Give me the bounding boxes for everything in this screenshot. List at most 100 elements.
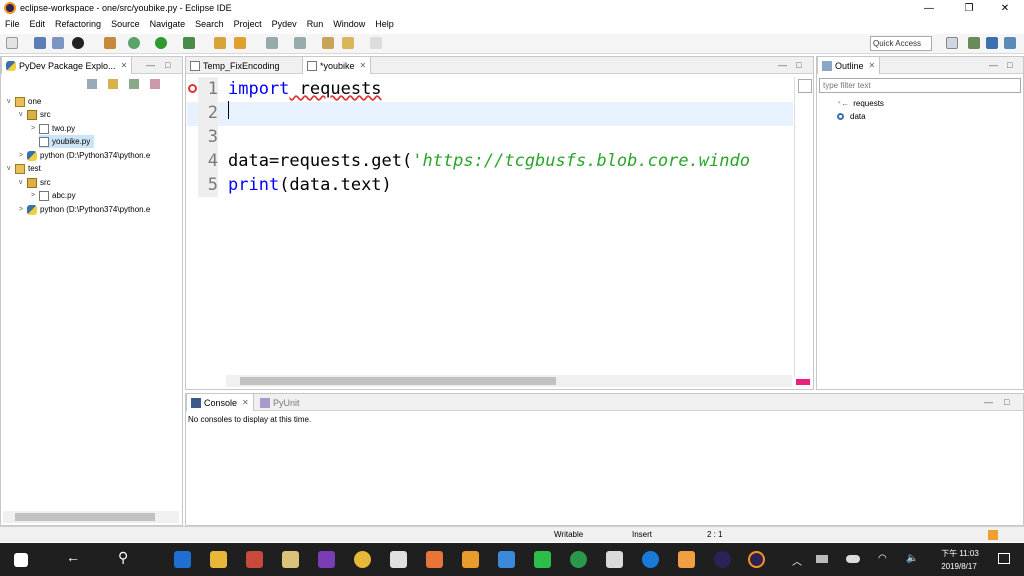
store-icon[interactable] (246, 551, 263, 568)
clock-time[interactable]: 下午 11:03 (936, 548, 984, 559)
minimize-icon[interactable]: — (146, 60, 155, 70)
visual-studio-icon[interactable] (318, 551, 335, 568)
minimize-button[interactable]: — (912, 0, 946, 16)
calculator-icon[interactable] (606, 551, 623, 568)
tree-item-test[interactable]: v test (7, 162, 41, 175)
code-line-4[interactable]: data=requests.get('https://tcgbusfs.blob… (228, 149, 750, 173)
tree-item-src[interactable]: v src (19, 108, 51, 121)
error-overview-marker[interactable] (796, 379, 810, 385)
expand-icon[interactable]: v (19, 179, 27, 186)
maximize-icon[interactable]: □ (1004, 397, 1009, 407)
xampp-icon[interactable] (426, 551, 443, 568)
close-tab-icon[interactable]: ✕ (360, 61, 367, 70)
tray-chevron-icon[interactable]: ︿ (792, 553, 802, 568)
wifi-icon[interactable]: ◠ (878, 553, 887, 564)
search-icon[interactable] (234, 37, 246, 49)
media-icon[interactable] (678, 551, 695, 568)
menu-window[interactable]: Window (328, 19, 370, 29)
pydev-perspective-icon[interactable] (986, 37, 998, 49)
rss-icon[interactable] (988, 530, 998, 540)
github-icon[interactable] (72, 37, 84, 49)
horizontal-scrollbar[interactable] (3, 511, 179, 523)
tab-console[interactable]: Console ✕ (186, 394, 254, 411)
menu-edit[interactable]: Edit (25, 19, 51, 29)
chrome-icon[interactable] (354, 551, 371, 568)
expand-icon[interactable]: > (31, 125, 39, 132)
volume-icon[interactable]: 🔈 (906, 553, 918, 564)
minimize-icon[interactable]: — (989, 60, 998, 70)
close-tab-icon[interactable]: ✕ (869, 61, 876, 70)
prev-annotation-icon[interactable] (294, 37, 306, 49)
expand-icon[interactable]: v (7, 98, 15, 105)
close-tab-icon[interactable]: ✕ (121, 61, 128, 70)
tree-item-python-interpreter[interactable]: > python (D:\Python374\python.e (19, 149, 150, 162)
run-icon[interactable] (155, 37, 167, 49)
collapse-all-icon[interactable] (87, 79, 97, 89)
view-menu-icon[interactable] (150, 79, 160, 89)
clock-date[interactable]: 2019/8/17 (933, 562, 985, 571)
link-editor-icon[interactable] (108, 79, 118, 89)
java-perspective-icon[interactable] (1004, 37, 1016, 49)
close-button[interactable]: ✕ (988, 0, 1022, 16)
expand-icon[interactable]: v (19, 111, 27, 118)
code-line-1[interactable]: import requests (228, 77, 382, 101)
tab-youbike[interactable]: *youbike ✕ (302, 57, 372, 74)
menu-run[interactable]: Run (302, 19, 329, 29)
search-icon[interactable]: ⚲ (118, 549, 135, 566)
overview-ruler[interactable] (794, 77, 813, 377)
debug-perspective-icon[interactable] (968, 37, 980, 49)
minimize-icon[interactable]: — (778, 60, 787, 70)
expand-icon[interactable]: > (31, 192, 39, 199)
new-icon[interactable] (6, 37, 18, 49)
green-app-icon[interactable] (570, 551, 587, 568)
debug-icon[interactable] (128, 37, 140, 49)
scrollbar-thumb[interactable] (240, 377, 556, 385)
menu-project[interactable]: Project (229, 19, 267, 29)
minimize-icon[interactable]: — (984, 397, 993, 407)
tab-temp-fixencoding[interactable]: Temp_FixEncoding (186, 57, 284, 74)
menu-refactoring[interactable]: Refactoring (50, 19, 106, 29)
quick-access-field[interactable]: Quick Access (870, 36, 932, 51)
notification-icon[interactable] (998, 553, 1010, 564)
file-explorer-icon[interactable] (210, 551, 227, 568)
code-editor[interactable]: import requests data=requests.get('https… (228, 77, 793, 391)
tree-item-one[interactable]: v one (7, 95, 41, 108)
teamviewer-icon[interactable] (642, 551, 659, 568)
menu-navigate[interactable]: Navigate (145, 19, 191, 29)
restore-button[interactable]: ❐ (952, 0, 986, 16)
tab-package-explorer[interactable]: PyDev Package Explo... ✕ (1, 57, 133, 74)
save-all-icon[interactable] (52, 37, 64, 49)
open-perspective-icon[interactable] (946, 37, 958, 49)
outline-item-requests[interactable]: ⁺← requests (837, 97, 884, 110)
menu-source[interactable]: Source (106, 19, 145, 29)
keyboard-icon[interactable] (816, 555, 828, 563)
tab-pyunit[interactable]: PyUnit (256, 394, 304, 411)
save-icon[interactable] (34, 37, 46, 49)
maximize-icon[interactable]: □ (796, 60, 801, 70)
menu-help[interactable]: Help (370, 19, 399, 29)
edge-icon[interactable] (174, 551, 191, 568)
close-tab-icon[interactable]: ✕ (242, 398, 249, 407)
forward-icon[interactable] (370, 37, 382, 49)
code-line-2[interactable] (228, 101, 229, 126)
app-icon[interactable] (462, 551, 479, 568)
outline-item-data[interactable]: data (837, 110, 866, 123)
next-annotation-icon[interactable] (266, 37, 278, 49)
expand-icon[interactable]: > (19, 152, 27, 159)
settings-app-icon[interactable] (498, 551, 515, 568)
line-icon[interactable] (534, 551, 551, 568)
menu-search[interactable]: Search (190, 19, 229, 29)
back-arrow-icon[interactable]: ← (66, 549, 83, 566)
onedrive-icon[interactable] (846, 555, 860, 563)
scrollbar-thumb[interactable] (15, 513, 155, 521)
notepad-icon[interactable] (282, 551, 299, 568)
code-line-5[interactable]: print(data.text) (228, 173, 392, 197)
tab-outline[interactable]: Outline ✕ (817, 57, 881, 74)
error-marker-icon[interactable] (188, 84, 197, 93)
build-icon[interactable] (104, 37, 116, 49)
filter-icon[interactable] (129, 79, 139, 89)
tree-item-src[interactable]: v src (19, 176, 51, 189)
maximize-icon[interactable]: □ (1007, 60, 1012, 70)
maximize-icon[interactable]: □ (165, 60, 170, 70)
eclipse-taskbar-icon[interactable] (714, 551, 731, 568)
